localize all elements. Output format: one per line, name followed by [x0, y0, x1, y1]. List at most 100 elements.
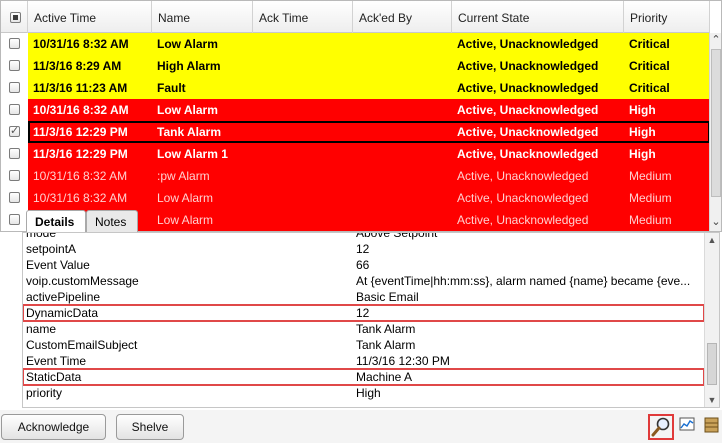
- row-select-cell[interactable]: [1, 209, 28, 231]
- cell-ack-time: [253, 99, 353, 121]
- cell-name: Low Alarm: [157, 213, 214, 227]
- column-header-current-state[interactable]: Current State: [452, 1, 624, 33]
- row-select-cell[interactable]: [1, 165, 28, 187]
- details-scrollbar[interactable]: ▲ ▼: [704, 233, 719, 407]
- cell-priority: Medium: [629, 213, 672, 227]
- acknowledge-button[interactable]: Acknowledge: [1, 414, 106, 440]
- cell-ack-time: [253, 55, 353, 77]
- detail-row[interactable]: setpointA 12: [23, 241, 704, 257]
- cell-state: Active, Unacknowledged: [457, 81, 599, 95]
- alarm-status-window: Active Time Name Ack Time Ack'ed By Curr…: [0, 0, 722, 443]
- row-select-cell[interactable]: [1, 143, 28, 165]
- cell-ack-time: [253, 165, 353, 187]
- cell-priority: Critical: [629, 37, 670, 51]
- scroll-down-icon[interactable]: ▼: [705, 393, 719, 407]
- table-row[interactable]: 10/31/16 8:32 AM:pw Alarm Active, Unackno…: [1, 165, 710, 187]
- detail-row[interactable]: Event Time 11/3/16 12:30 PM: [23, 353, 704, 369]
- alarm-table: Active Time Name Ack Time Ack'ed By Curr…: [0, 0, 722, 232]
- row-checkbox[interactable]: [9, 82, 20, 93]
- detail-key: voip.customMessage: [26, 274, 139, 288]
- row-checkbox[interactable]: [9, 60, 20, 71]
- cell-priority: High: [629, 125, 656, 139]
- table-row[interactable]: 10/31/16 8:32 AM Low Alarm Active, Unackno…: [1, 33, 710, 55]
- cell-state: Active, Unacknowledged: [457, 103, 599, 117]
- detail-row[interactable]: mode Above Setpoint: [23, 232, 704, 241]
- table-row[interactable]: 11/3/16 8:29 AM High Alarm Active, Unackno…: [1, 55, 710, 77]
- shelve-button[interactable]: Shelve: [116, 414, 184, 440]
- row-checkbox[interactable]: [9, 104, 20, 115]
- detail-row[interactable]: StaticData Machine A: [23, 368, 705, 386]
- table-row[interactable]: 11/3/16 12:29 PM Low Alarm 1 Active, Unack…: [1, 143, 710, 165]
- detail-key: DynamicData: [26, 306, 99, 320]
- database-icon[interactable]: [702, 414, 722, 440]
- detail-row[interactable]: voip.customMessage At {eventTime|hh:mm:ss…: [23, 273, 704, 289]
- row-checkbox[interactable]: [9, 170, 20, 181]
- cell-active-time: 10/31/16 8:32 AM: [33, 191, 128, 205]
- detail-value: Basic Email: [356, 290, 419, 304]
- row-checkbox[interactable]: [9, 214, 20, 225]
- cell-priority: High: [629, 103, 656, 117]
- scroll-down-icon[interactable]: ⌄: [710, 215, 721, 229]
- cell-ack-time: [253, 187, 353, 209]
- row-select-cell[interactable]: [1, 77, 28, 99]
- scroll-up-icon[interactable]: ▲: [705, 233, 719, 247]
- column-header-name[interactable]: Name: [152, 1, 253, 33]
- cell-name: Tank Alarm: [157, 125, 222, 139]
- scrollbar-thumb[interactable]: [707, 343, 717, 385]
- cell-priority: Critical: [629, 59, 670, 73]
- chart-icon[interactable]: [677, 414, 703, 440]
- column-header-acked-by[interactable]: Ack'ed By: [353, 1, 452, 33]
- column-header-priority[interactable]: Priority: [624, 1, 710, 33]
- cell-name: Low Alarm: [157, 103, 218, 117]
- table-scrollbar[interactable]: ⌃ ⌄: [709, 33, 721, 231]
- detail-row[interactable]: priority High: [23, 385, 704, 401]
- row-select-cell[interactable]: [1, 121, 28, 143]
- tab-notes[interactable]: Notes: [86, 210, 138, 232]
- detail-row[interactable]: activePipeline Basic Email: [23, 289, 704, 305]
- cell-active-time: 11/3/16 8:29 AM: [33, 59, 122, 73]
- table-row[interactable]: 11/3/16 11:23 AM Fault Active, Unacknowled…: [1, 77, 710, 99]
- scrollbar-thumb[interactable]: [711, 49, 721, 197]
- cell-acked-by: [353, 121, 452, 143]
- row-checkbox[interactable]: [9, 148, 20, 159]
- detail-key: Event Value: [26, 258, 90, 272]
- detail-row[interactable]: CustomEmailSubject Tank Alarm: [23, 337, 704, 353]
- cell-ack-time: [253, 77, 353, 99]
- detail-key: activePipeline: [26, 290, 101, 304]
- header-select-all[interactable]: [1, 1, 28, 33]
- cell-ack-time: [253, 121, 353, 143]
- row-select-cell[interactable]: [1, 99, 28, 121]
- row-checkbox[interactable]: [9, 124, 20, 137]
- detail-row[interactable]: Event Value 66: [23, 257, 704, 273]
- cell-acked-by: [353, 209, 452, 231]
- row-checkbox[interactable]: [9, 192, 20, 203]
- cell-state: Active, Unacknowledged: [457, 169, 589, 183]
- table-row[interactable]: 11/3/16 12:29 PM Tank Alarm Active, Unackn…: [1, 121, 710, 143]
- cell-name: Fault: [157, 81, 186, 95]
- detail-row[interactable]: DynamicData 12: [23, 304, 705, 322]
- cell-acked-by: [353, 55, 452, 77]
- detail-value: 12: [356, 242, 370, 256]
- cell-state: Active, Unacknowledged: [457, 125, 599, 139]
- column-header-ack-time[interactable]: Ack Time: [253, 1, 353, 33]
- cell-state: Active, Unacknowledged: [457, 213, 589, 227]
- row-select-cell[interactable]: [1, 55, 28, 77]
- scroll-up-icon[interactable]: ⌃: [710, 33, 721, 47]
- cell-ack-time: [253, 33, 353, 55]
- tab-details[interactable]: Details: [26, 210, 86, 232]
- table-row[interactable]: 10/31/16 8:32 AM Low Alarm Active, Unackno…: [1, 99, 710, 121]
- cell-state: Active, Unacknowledged: [457, 191, 589, 205]
- row-checkbox[interactable]: [9, 38, 20, 49]
- column-header-active-time[interactable]: Active Time: [28, 1, 152, 33]
- row-select-cell[interactable]: [1, 33, 28, 55]
- select-all-checkbox[interactable]: [10, 12, 21, 23]
- detail-key: setpointA: [26, 242, 77, 256]
- detail-value: 12: [356, 306, 370, 320]
- detail-key: mode: [26, 232, 57, 240]
- cell-active-time: 11/3/16 11:23 AM: [33, 81, 128, 95]
- row-select-cell[interactable]: [1, 187, 28, 209]
- table-row[interactable]: 10/31/16 8:32 AM Low Alarm Active, Unackno…: [1, 187, 710, 209]
- cell-acked-by: [353, 187, 452, 209]
- magnifier-icon[interactable]: [648, 414, 674, 440]
- detail-row[interactable]: name Tank Alarm: [23, 321, 704, 337]
